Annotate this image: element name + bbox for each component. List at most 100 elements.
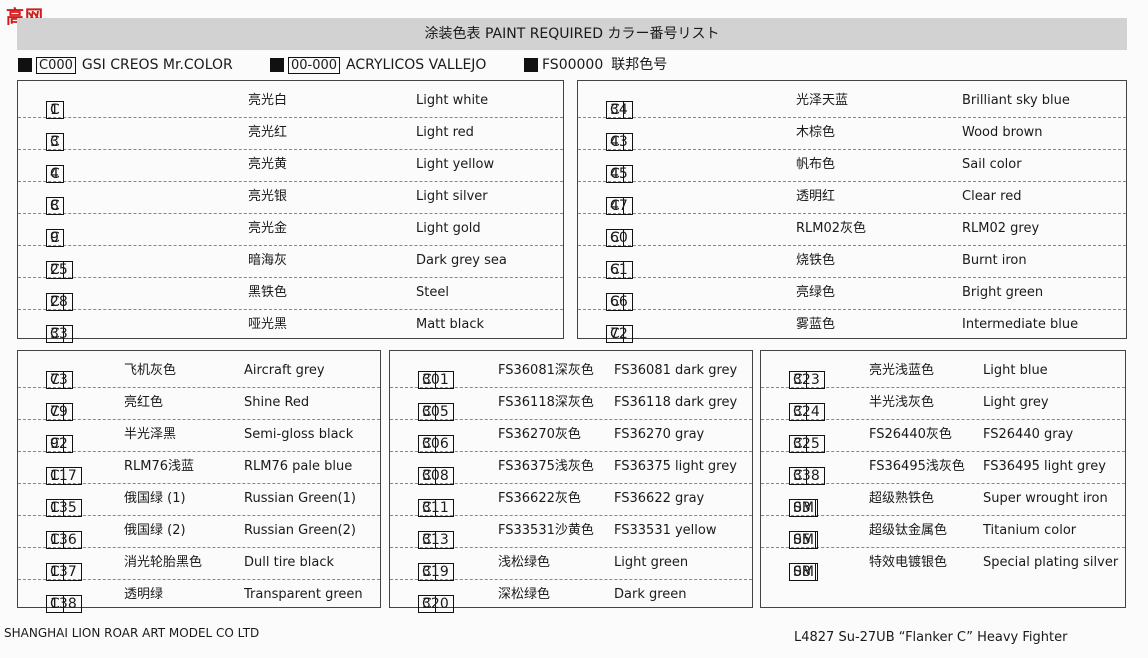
paint-name-chinese: 透明绿 bbox=[124, 587, 164, 602]
paint-name-chinese: 特效电镀银色 bbox=[869, 555, 948, 570]
paint-name-chinese: FS36622灰色 bbox=[498, 491, 581, 506]
paint-name-chinese: 深松绿色 bbox=[498, 587, 551, 602]
paint-code-number: 138 bbox=[46, 595, 82, 613]
paint-row: C 137 消光轮胎黑色 Dull tire black bbox=[18, 547, 380, 581]
paint-name-english: Sail color bbox=[962, 157, 1022, 172]
paint-row: C 8 亮光银 Light silver bbox=[18, 181, 563, 215]
paint-name-english: FS36081 dark grey bbox=[614, 363, 738, 378]
paint-name-chinese: 亮光红 bbox=[248, 125, 288, 140]
paint-name-english: Bright green bbox=[962, 285, 1044, 300]
paint-name-english: Super wrought iron bbox=[983, 491, 1108, 506]
paint-name-english: FS36375 light grey bbox=[614, 459, 737, 474]
paint-name-english: FS36495 light grey bbox=[983, 459, 1106, 474]
paint-name-chinese: 飞机灰色 bbox=[124, 363, 177, 378]
paint-name-english: Light red bbox=[416, 125, 474, 140]
paint-name-english: RLM76 pale blue bbox=[244, 459, 353, 474]
paint-name-english: FS33531 yellow bbox=[614, 523, 717, 538]
paint-row: SM 03 超级熟铁色 Super wrought iron bbox=[761, 483, 1125, 517]
paint-name-english: Light green bbox=[614, 555, 689, 570]
paint-row: C 43 木棕色 Wood brown bbox=[578, 117, 1126, 151]
paint-name-english: Shine Red bbox=[244, 395, 310, 410]
paint-row: C 135 俄国绿 (1) Russian Green(1) bbox=[18, 483, 380, 517]
paint-row: C 320 深松绿色 Dark green bbox=[390, 579, 752, 613]
paint-name-english: Intermediate blue bbox=[962, 317, 1079, 332]
paint-code-number: 320 bbox=[418, 595, 454, 613]
paint-name-chinese: 亮红色 bbox=[124, 395, 164, 410]
paint-name-chinese: 烧铁色 bbox=[796, 253, 836, 268]
paint-name-english: RLM02 grey bbox=[962, 221, 1040, 236]
paint-name-chinese: 透明红 bbox=[796, 189, 836, 204]
legend-item-vallejo: 00-000 ACRYLICOS VALLEJO bbox=[270, 56, 486, 74]
paint-row: C 1 亮光白 Light white bbox=[18, 85, 563, 119]
paint-name-english: Special plating silver bbox=[983, 555, 1119, 570]
paint-row: C 324 半光浅灰色 Light grey bbox=[761, 387, 1125, 421]
paint-panel-bottom-right: C 323 亮光浅蓝色 Light blue C 324 半光浅灰色 Light grey C 3… bbox=[760, 350, 1126, 608]
paint-name-english: Brilliant sky blue bbox=[962, 93, 1070, 108]
paint-row: C 47 透明红 Clear red bbox=[578, 181, 1126, 215]
paint-name-chinese: 俄国绿 (1) bbox=[124, 491, 186, 506]
paint-panel-top-right: C 34 光泽天蓝 Brilliant sky blue C 43 木棕色 Wood brow… bbox=[577, 80, 1127, 343]
paint-name-chinese: 暗海灰 bbox=[248, 253, 288, 268]
paint-name-chinese: 亮光金 bbox=[248, 221, 288, 236]
paint-name-chinese: 亮光银 bbox=[248, 189, 288, 204]
paint-name-english: Dark grey sea bbox=[416, 253, 507, 268]
legend-label: 联邦色号 bbox=[611, 57, 668, 73]
paint-name-english: Light yellow bbox=[416, 157, 495, 172]
paint-row: C 117 RLM76浅蓝 RLM76 pale blue bbox=[18, 451, 380, 485]
paint-panel-bottom-left: C 73 飞机灰色 Aircraft grey C 79 亮红色 Shine Red C 92 半光… bbox=[17, 350, 381, 613]
paint-row: C 313 FS33531沙黄色 FS33531 yellow bbox=[390, 515, 752, 549]
legend-label: GSI CREOS Mr.COLOR bbox=[81, 57, 233, 73]
paint-name-chinese: 木棕色 bbox=[796, 125, 836, 140]
paint-name-chinese: 半光浅灰色 bbox=[869, 395, 935, 410]
paint-name-chinese: FS36495浅灰色 bbox=[869, 459, 965, 474]
paint-name-chinese: FS36375浅灰色 bbox=[498, 459, 594, 474]
paint-row: SM 08 特效电镀银色 Special plating silver bbox=[761, 547, 1125, 581]
paint-row: C 61 烧铁色 Burnt iron bbox=[578, 245, 1126, 279]
paint-name-english: Titanium color bbox=[983, 523, 1077, 538]
paint-row: C 33 哑光黑 Matt black bbox=[18, 309, 563, 343]
paint-row: C 338 FS36495浅灰色 FS36495 light grey bbox=[761, 451, 1125, 485]
company-name: SHANGHAI LION ROAR ART MODEL CO LTD bbox=[4, 626, 260, 640]
paint-name-chinese: 超级熟铁色 bbox=[869, 491, 935, 506]
paint-name-chinese: 哑光黑 bbox=[248, 317, 288, 332]
paint-name-english: Matt black bbox=[416, 317, 485, 332]
paint-name-chinese: 亮光黄 bbox=[248, 157, 288, 172]
legend-code: 00-000 bbox=[288, 56, 341, 74]
paint-name-english: Russian Green(2) bbox=[244, 523, 356, 538]
paint-name-english: Steel bbox=[416, 285, 449, 300]
paint-name-chinese: FS36081深灰色 bbox=[498, 363, 594, 378]
paint-row: C 308 FS36375浅灰色 FS36375 light grey bbox=[390, 451, 752, 485]
paint-name-english: Transparent green bbox=[244, 587, 363, 602]
paint-row: C 301 FS36081深灰色 FS36081 dark grey bbox=[390, 355, 752, 389]
paint-name-chinese: 雾蓝色 bbox=[796, 317, 836, 332]
paint-row: C 72 雾蓝色 Intermediate blue bbox=[578, 309, 1126, 343]
paint-name-chinese: 半光泽黑 bbox=[124, 427, 177, 442]
paint-name-chinese: 光泽天蓝 bbox=[796, 93, 849, 108]
black-square-icon bbox=[18, 58, 32, 72]
paint-code-number: 72 bbox=[606, 325, 633, 343]
paint-row: C 311 FS36622灰色 FS36622 gray bbox=[390, 483, 752, 517]
paint-row: C 319 浅松绿色 Light green bbox=[390, 547, 752, 581]
paint-row: C 305 FS36118深灰色 FS36118 dark grey bbox=[390, 387, 752, 421]
paint-row: C 138 透明绿 Transparent green bbox=[18, 579, 380, 613]
paint-code-number: 08 bbox=[789, 563, 816, 581]
paint-panel-top-left: C 1 亮光白 Light white C 3 亮光红 Light red C 4 亮光黄 Light… bbox=[17, 80, 564, 343]
paint-name-chinese: FS26440灰色 bbox=[869, 427, 952, 442]
paint-row: SM 05 超级钛金属色 Titanium color bbox=[761, 515, 1125, 549]
paint-name-english: Russian Green(1) bbox=[244, 491, 356, 506]
paint-row: C 9 亮光金 Light gold bbox=[18, 213, 563, 247]
paint-name-english: Light grey bbox=[983, 395, 1049, 410]
paint-name-chinese: 帆布色 bbox=[796, 157, 836, 172]
paint-row: C 34 光泽天蓝 Brilliant sky blue bbox=[578, 85, 1126, 119]
page-title: 涂装色表 PAINT REQUIRED カラー番号リスト bbox=[17, 18, 1127, 50]
paint-row: C 92 半光泽黑 Semi-gloss black bbox=[18, 419, 380, 453]
paint-name-english: Light white bbox=[416, 93, 489, 108]
paint-name-chinese: FS36270灰色 bbox=[498, 427, 581, 442]
paint-name-chinese: 浅松绿色 bbox=[498, 555, 551, 570]
paint-name-english: Clear red bbox=[962, 189, 1022, 204]
paint-name-chinese: 消光轮胎黑色 bbox=[124, 555, 203, 570]
paint-row: C 4 亮光黄 Light yellow bbox=[18, 149, 563, 183]
legend-label: ACRYLICOS VALLEJO bbox=[346, 57, 487, 73]
paint-name-chinese: 黑铁色 bbox=[248, 285, 288, 300]
paint-code-number: 33 bbox=[46, 325, 73, 343]
